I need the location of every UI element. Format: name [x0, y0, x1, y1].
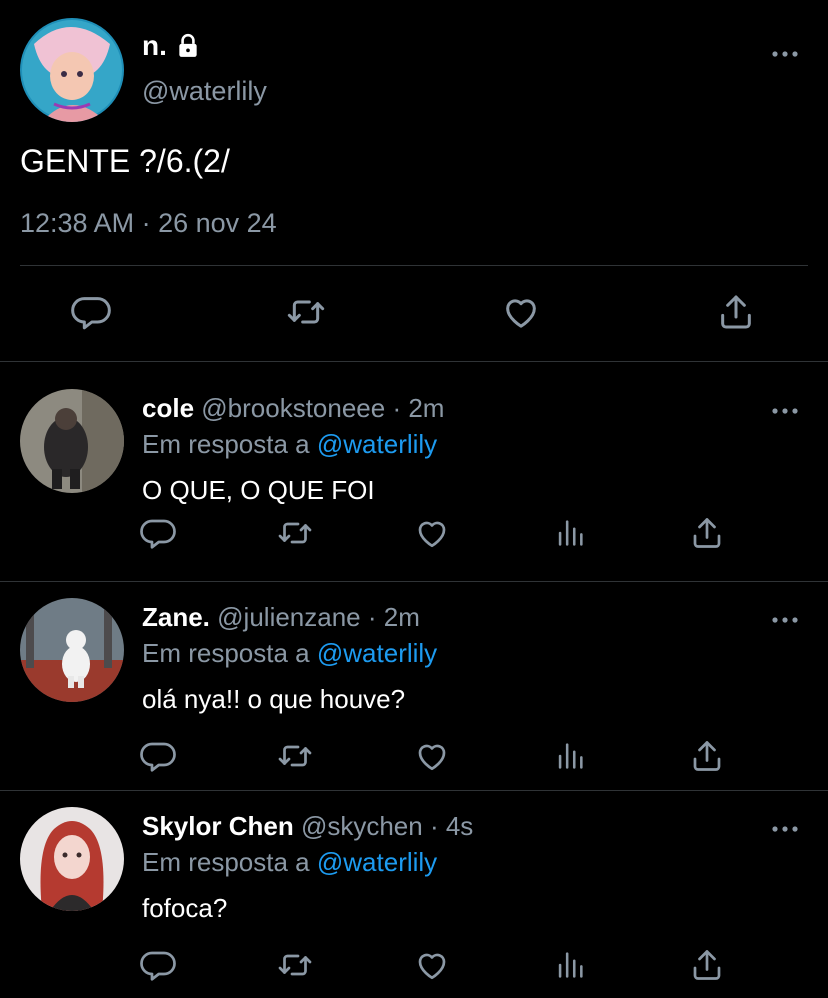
retweet-icon[interactable] — [273, 734, 317, 778]
share-icon[interactable] — [685, 734, 729, 778]
tweet-timestamp[interactable]: 12:38 AM · 26 nov 24 — [20, 208, 277, 239]
avatar[interactable] — [20, 598, 124, 702]
tweet-actions — [0, 290, 828, 340]
reply-time[interactable]: · 2m — [392, 393, 444, 423]
retweet-icon[interactable] — [273, 511, 317, 555]
views-icon[interactable] — [548, 734, 592, 778]
reply-context-label: Em resposta a — [142, 847, 310, 877]
reply-context-label: Em resposta a — [142, 638, 310, 668]
divider — [20, 265, 808, 266]
avatar[interactable] — [20, 18, 124, 122]
author-handle[interactable]: @julienzane — [217, 602, 360, 632]
reply-context: Em resposta a @waterlily — [142, 847, 437, 878]
more-icon[interactable] — [770, 612, 800, 622]
author-name[interactable]: Zane. — [142, 602, 210, 632]
reply-tweet[interactable]: Zane. @julienzane · 2m Em resposta a @wa… — [0, 582, 828, 791]
more-icon[interactable] — [770, 403, 800, 413]
reply-icon[interactable] — [136, 734, 180, 778]
share-icon[interactable] — [714, 290, 758, 334]
reply-text: O QUE, O QUE FOI — [142, 475, 375, 505]
heart-icon[interactable] — [499, 290, 543, 334]
tweet-actions — [0, 734, 828, 778]
heart-icon[interactable] — [410, 734, 454, 778]
mention-link[interactable]: @waterlily — [317, 847, 437, 877]
reply-icon[interactable] — [136, 943, 180, 987]
tweet-actions — [0, 943, 828, 987]
main-tweet: n. @waterlily GENTE ?/6.(2/ 12:38 AM · 2… — [0, 0, 828, 362]
tweet-text: GENTE ?/6.(2/ — [20, 143, 230, 179]
reply-text: fofoca? — [142, 893, 228, 923]
mention-link[interactable]: @waterlily — [317, 638, 437, 668]
reply-context: Em resposta a @waterlily — [142, 638, 437, 669]
views-icon[interactable] — [548, 943, 592, 987]
author-handle[interactable]: @brookstoneee — [201, 393, 385, 423]
reply-tweet[interactable]: Skylor Chen @skychen · 4s Em resposta a … — [0, 791, 828, 998]
author-name[interactable]: Skylor Chen — [142, 811, 294, 841]
views-icon[interactable] — [548, 511, 592, 555]
reply-header: Skylor Chen @skychen · 4s — [142, 811, 473, 842]
reply-header: cole @brookstoneee · 2m — [142, 393, 444, 424]
author-name[interactable]: n. — [142, 30, 167, 62]
author-name[interactable]: cole — [142, 393, 194, 423]
reply-tweet[interactable]: cole @brookstoneee · 2m Em resposta a @w… — [0, 363, 828, 582]
reply-text: olá nya!! o que houve? — [142, 684, 406, 714]
author-handle[interactable]: @skychen — [301, 811, 423, 841]
more-icon[interactable] — [770, 821, 800, 831]
reply-icon[interactable] — [136, 511, 180, 555]
heart-icon[interactable] — [410, 943, 454, 987]
retweet-icon[interactable] — [273, 943, 317, 987]
reply-context: Em resposta a @waterlily — [142, 429, 437, 460]
avatar[interactable] — [20, 807, 124, 911]
reply-context-label: Em resposta a — [142, 429, 310, 459]
avatar[interactable] — [20, 389, 124, 493]
tweet-actions — [0, 511, 828, 555]
author-row: n. — [142, 30, 201, 62]
mention-link[interactable]: @waterlily — [317, 429, 437, 459]
heart-icon[interactable] — [410, 511, 454, 555]
author-handle[interactable]: @waterlily — [142, 76, 267, 107]
share-icon[interactable] — [685, 943, 729, 987]
reply-time[interactable]: · 4s — [430, 811, 473, 841]
reply-icon[interactable] — [69, 290, 113, 334]
reply-header: Zane. @julienzane · 2m — [142, 602, 420, 633]
share-icon[interactable] — [685, 511, 729, 555]
more-icon[interactable] — [770, 46, 800, 56]
lock-icon — [175, 33, 201, 59]
retweet-icon[interactable] — [284, 290, 328, 334]
reply-time[interactable]: · 2m — [368, 602, 420, 632]
